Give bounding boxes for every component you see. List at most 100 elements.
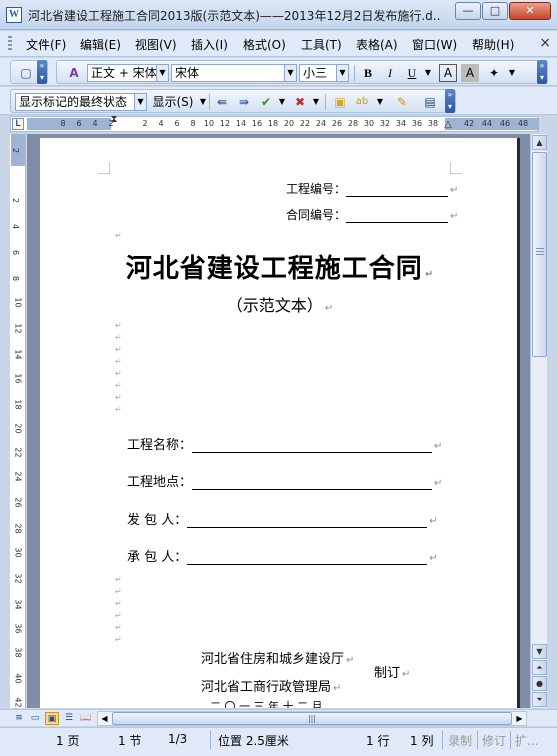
close-button[interactable]: ✕ (509, 2, 551, 20)
horizontal-scrollbar[interactable]: ◀ ||| ▶ (97, 711, 527, 726)
scroll-up-icon[interactable]: ▲ (532, 135, 547, 150)
style-select[interactable]: 正文 + 宋体 ▼ (87, 64, 169, 82)
ruler-tick: 4 (158, 119, 164, 128)
vertical-scroll-thumb[interactable] (532, 152, 547, 357)
horizontal-ruler[interactable]: 8 6 4 2 2 4 6 8 10 12 14 16 18 20 22 24 … (10, 114, 539, 132)
highlight-icon[interactable]: ab (353, 93, 371, 111)
ruler-tick: 44 (481, 119, 493, 128)
new-document-icon[interactable]: ▢ (17, 64, 35, 82)
reading-layout-view-icon[interactable]: 📖 (79, 712, 93, 725)
paragraph-mark: ↵ (450, 185, 459, 196)
character-shading-button[interactable]: A (461, 64, 479, 82)
title-bar: W 河北省建设工程施工合同2013版(示范文本)——2013年12月2日发布施行… (0, 0, 557, 30)
status-position: 位置 2.5厘米 (218, 734, 289, 748)
scroll-left-icon[interactable]: ◀ (98, 712, 111, 725)
font-select[interactable]: 宋体 ▼ (171, 64, 297, 82)
web-layout-view-icon[interactable]: ▭ (28, 712, 42, 725)
character-border-button[interactable]: A (439, 64, 457, 82)
menu-view[interactable]: 视图(V) (135, 36, 177, 53)
status-extend[interactable]: 扩... (515, 732, 538, 749)
formatting-toolbar: A 正文 + 宋体 ▼ 宋体 ▼ 小三 ▼ B I U ▼ A A ✦ ▼ » ▾ (56, 60, 548, 84)
chevron-down-icon[interactable]: ▼ (273, 93, 291, 111)
chevron-down-icon[interactable]: ▼ (156, 65, 168, 81)
outline-view-icon[interactable]: ☰ (62, 712, 76, 725)
track-changes-icon[interactable]: ✎ (393, 93, 411, 111)
previous-change-icon[interactable]: ⇚ (213, 93, 231, 111)
employer-label: 发 包 人： (127, 513, 188, 528)
text-effect-icon[interactable]: ✦ (485, 64, 503, 82)
project-number-blank[interactable] (346, 183, 449, 197)
document-page[interactable]: 工程编号： ↵ 合同编号： ↵ ↵ 河北省建设工程施工合同 ↵ （示范文本） ↵ ↵ ↵ ↵… (40, 138, 520, 708)
horizontal-scroll-thumb[interactable]: ||| (112, 712, 512, 725)
menu-help[interactable]: 帮助(H) (472, 36, 514, 53)
toolbar-separator (354, 65, 355, 81)
display-mode-value: 显示标记的最终状态 (19, 95, 128, 109)
word-app-icon[interactable]: W (6, 7, 22, 23)
status-track-changes[interactable]: 修订 (482, 732, 506, 749)
project-name-blank[interactable] (192, 438, 433, 453)
ruler-tick: 24 (13, 471, 23, 482)
vertical-ruler[interactable]: 2 2 4 6 8 10 12 14 16 18 20 22 24 26 28 … (10, 134, 26, 708)
document-title-text: 河北省建设工程施工合同 (125, 254, 423, 284)
project-site-blank[interactable] (192, 475, 433, 490)
first-line-indent-marker[interactable]: ⧗ (110, 114, 117, 125)
right-indent-marker[interactable]: △ (444, 119, 452, 130)
chevron-down-icon[interactable]: ▼ (503, 64, 521, 82)
ruler-tick: 42 (13, 697, 23, 708)
toolbar-options-chevron[interactable]: » ▾ (445, 89, 455, 113)
next-change-icon[interactable]: ⇛ (235, 93, 253, 111)
menu-insert[interactable]: 插入(I) (191, 36, 228, 53)
chevron-down-icon[interactable]: ▼ (307, 93, 325, 111)
toolbar-options-chevron[interactable]: » ▾ (537, 60, 547, 84)
underline-options-chevron[interactable]: ▼ (419, 64, 437, 82)
next-page-icon[interactable]: ⏷ (532, 692, 547, 707)
menu-edit[interactable]: 编辑(E) (80, 36, 121, 53)
ruler-tick: 18 (13, 399, 23, 410)
menu-table[interactable]: 表格(A) (356, 36, 398, 53)
display-for-review-select[interactable]: 显示标记的最终状态 ▼ (15, 93, 147, 111)
print-layout-view-icon[interactable]: ▣ (45, 712, 59, 725)
scroll-right-icon[interactable]: ▶ (513, 712, 526, 725)
menu-grip-handle[interactable] (8, 36, 12, 52)
project-name-label: 工程名称： (127, 438, 193, 453)
document-area[interactable]: 工程编号： ↵ 合同编号： ↵ ↵ 河北省建设工程施工合同 ↵ （示范文本） ↵ ↵ ↵ ↵… (27, 134, 530, 708)
paragraph-mark: ↵ (434, 441, 443, 452)
employer-blank[interactable] (187, 513, 428, 528)
scroll-down-icon[interactable]: ▼ (532, 644, 547, 659)
menu-window[interactable]: 窗口(W) (412, 36, 457, 53)
styles-pane-icon[interactable]: A (65, 64, 83, 82)
chevron-down-icon[interactable]: ▼ (371, 93, 389, 111)
menu-format[interactable]: 格式(O) (243, 36, 286, 53)
font-size-value: 小三 (303, 66, 328, 80)
vertical-scrollbar[interactable]: ▲ ▼ ⏶ ● ⏷ (530, 134, 547, 708)
contractor-blank[interactable] (187, 550, 428, 565)
reviewing-pane-icon[interactable]: ▤ (421, 93, 439, 111)
font-size-select[interactable]: 小三 ▼ (299, 64, 349, 82)
empty-paragraph-marks: ↵ (115, 231, 122, 240)
menu-file[interactable]: 文件(F) (26, 36, 66, 53)
chevron-down-icon[interactable]: ▼ (134, 94, 146, 110)
menu-tools[interactable]: 工具(T) (301, 36, 342, 53)
close-document-icon[interactable]: × (539, 35, 551, 51)
minimize-button[interactable]: — (455, 2, 481, 20)
paragraph-mark: ↵ (424, 269, 435, 280)
formatting-toolbar-area: ▢ » ▾ A 正文 + 宋体 ▼ 宋体 ▼ 小三 ▼ B I U ▼ A A ✦… (0, 58, 557, 86)
window-title: 河北省建设工程施工合同2013版(示范文本)——2013年12月2日发布施行.d… (28, 9, 440, 23)
bold-button[interactable]: B (359, 64, 377, 82)
status-separator (210, 731, 211, 749)
show-markup-menu[interactable]: 显示(S) (149, 93, 197, 111)
normal-view-icon[interactable]: ≡ (12, 712, 26, 725)
insert-comment-icon[interactable]: ▣ (331, 93, 349, 111)
issue-date-text: 二 〇 一 三 年 十 二 月 (210, 700, 323, 708)
contract-number-blank[interactable] (346, 209, 449, 223)
chevron-down-icon[interactable]: ▼ (284, 65, 296, 81)
chevron-down-icon[interactable]: ▼ (336, 65, 348, 81)
tab-selector[interactable]: L (12, 118, 24, 130)
status-record[interactable]: 录制 (448, 732, 472, 749)
ruler-tick: 8 (11, 275, 21, 282)
maximize-button[interactable]: □ (482, 2, 508, 20)
select-browse-object-icon[interactable]: ● (532, 676, 547, 691)
italic-button[interactable]: I (381, 64, 399, 82)
toolbar-options-chevron[interactable]: » ▾ (37, 60, 47, 84)
previous-page-icon[interactable]: ⏶ (532, 660, 547, 675)
